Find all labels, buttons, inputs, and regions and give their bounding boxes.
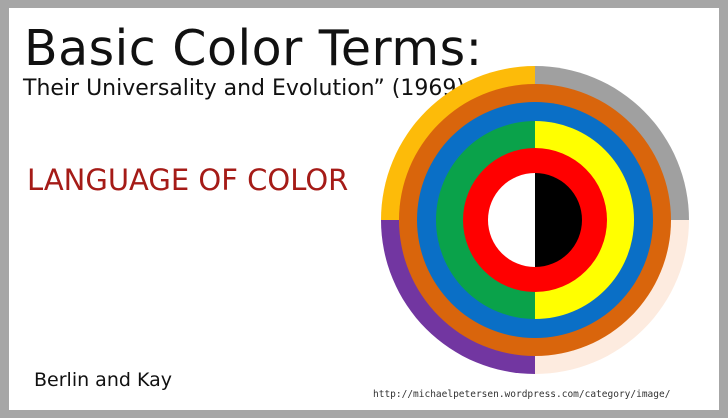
authors-credit: Berlin and Kay [34,369,172,391]
color-term-wheel [381,66,689,374]
source-url: http://michaelpetersen.wordpress.com/cat… [373,389,671,400]
slide: Basic Color Terms: Their Universality an… [9,8,719,410]
